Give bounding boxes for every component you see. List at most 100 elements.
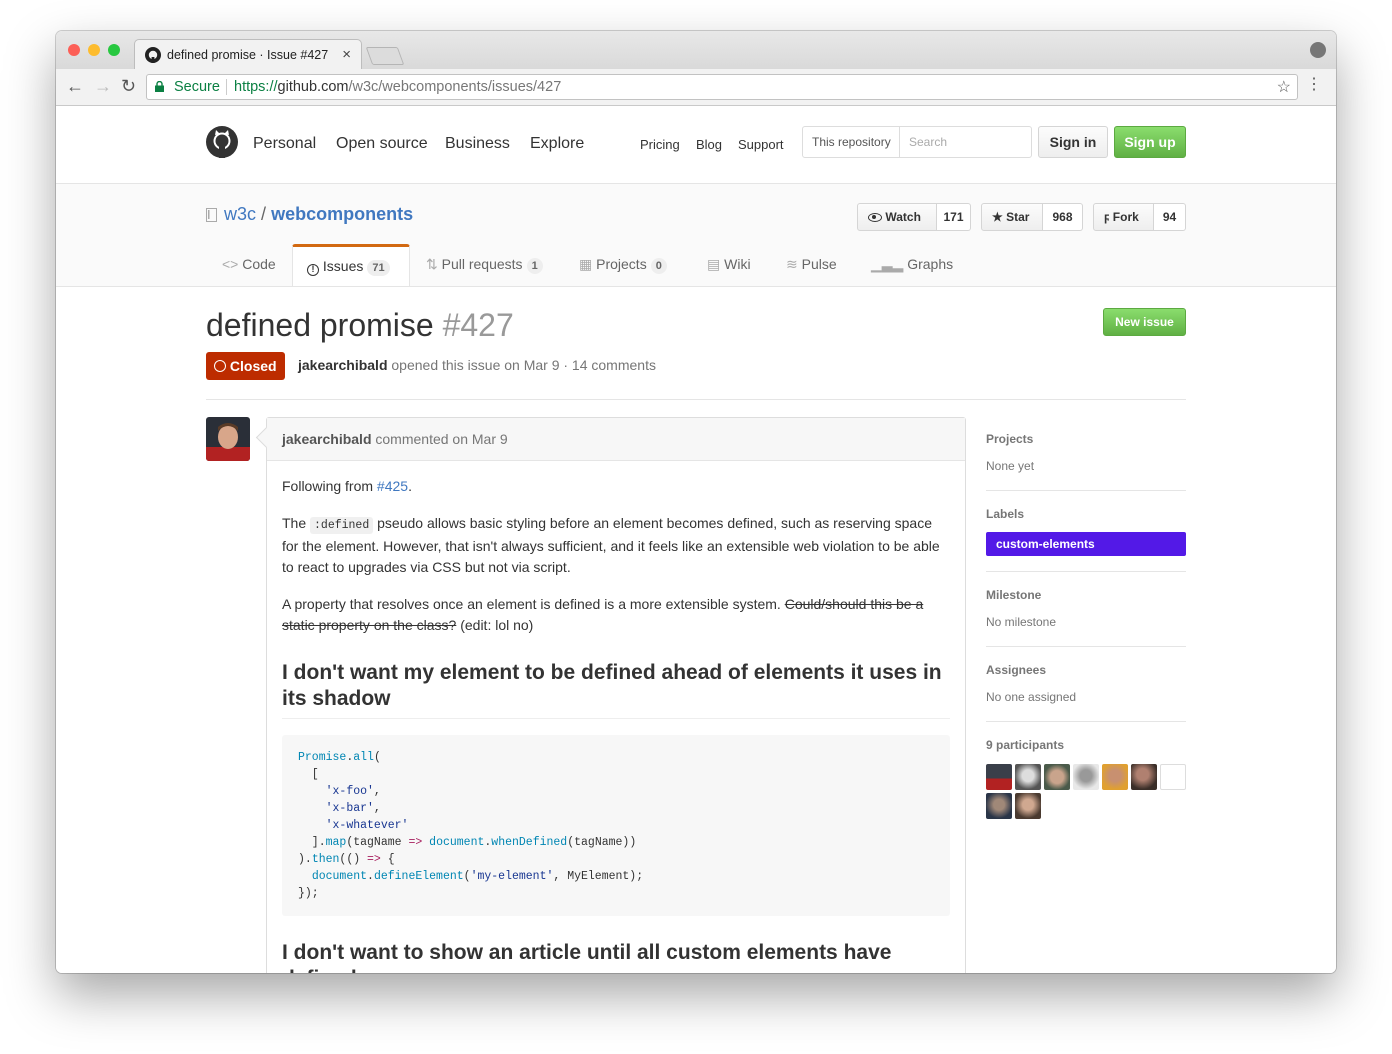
code-token: then xyxy=(311,853,340,866)
code-icon: <> xyxy=(222,256,239,272)
fork-button-group: ϝ Fork 94 xyxy=(1093,203,1186,231)
participant-avatar[interactable] xyxy=(986,764,1012,790)
code-token: whenDefined xyxy=(491,836,568,849)
assignees-heading: Assignees xyxy=(986,663,1047,677)
url-scheme: https:// xyxy=(234,79,278,95)
code-token: document xyxy=(311,870,368,883)
comment-paragraph-2: The :defined pseudo allows basic styling… xyxy=(282,513,950,578)
code-token: document xyxy=(429,836,485,849)
repo-icon xyxy=(206,208,217,222)
participant-avatar[interactable] xyxy=(1131,764,1157,790)
p3-text: A property that resolves once an element… xyxy=(282,596,781,612)
sign-up-button[interactable]: Sign up xyxy=(1114,126,1186,158)
fork-button[interactable]: ϝ Fork xyxy=(1093,203,1154,231)
comment-heading-1: I don't want my element to be defined ah… xyxy=(282,660,950,719)
projects-value: None yet xyxy=(986,459,1035,473)
nav-support[interactable]: Support xyxy=(738,137,784,152)
issue-title-text: defined promise xyxy=(206,307,434,343)
tab-code-label: Code xyxy=(242,256,276,272)
issue-author-link[interactable]: jakearchibald xyxy=(298,357,388,373)
watch-count[interactable]: 171 xyxy=(937,203,971,231)
participant-avatars xyxy=(986,764,1186,824)
repo-header: w3c / webcomponents Watch 171 ★ Star 968 xyxy=(56,184,1336,287)
search-input[interactable]: Search xyxy=(909,127,947,157)
star-button[interactable]: ★ Star xyxy=(981,203,1043,231)
sidebar-labels: Labels custom-elements xyxy=(986,507,1186,572)
tab-wiki-label: Wiki xyxy=(724,256,751,272)
browser-toolbar: ← → ↻ Secure https://github.com/w3c/webc… xyxy=(56,69,1336,106)
comment-paragraph-1: Following from #425. xyxy=(282,476,950,497)
menu-kebab-icon[interactable]: ⋮ xyxy=(1306,77,1322,93)
fork-icon: ϝ xyxy=(1104,210,1110,224)
code-token: map xyxy=(325,836,347,849)
fork-count[interactable]: 94 xyxy=(1154,203,1186,231)
lock-icon xyxy=(155,81,164,92)
nav-personal[interactable]: Personal xyxy=(253,135,316,153)
comment-timestamp[interactable]: commented on Mar 9 xyxy=(375,431,507,447)
sign-in-button[interactable]: Sign in xyxy=(1038,126,1108,158)
repo-name-link[interactable]: webcomponents xyxy=(271,204,413,224)
forward-arrow-icon[interactable]: → xyxy=(94,77,112,95)
nav-explore[interactable]: Explore xyxy=(530,135,584,153)
watch-button[interactable]: Watch xyxy=(857,203,937,231)
nav-open-source[interactable]: Open source xyxy=(336,135,428,153)
tab-pulse-label: Pulse xyxy=(801,256,837,272)
star-icon: ★ xyxy=(992,210,1003,224)
projects-count-badge: 0 xyxy=(650,258,667,274)
tab-wiki[interactable]: ▤ Wiki xyxy=(707,244,751,285)
sidebar-projects: Projects None yet xyxy=(986,432,1186,491)
tab-projects[interactable]: ▦ Projects 0 xyxy=(579,244,667,285)
label-custom-elements[interactable]: custom-elements xyxy=(986,532,1186,556)
address-separator xyxy=(226,79,227,95)
browser-tab[interactable]: defined promise · Issue #427 × xyxy=(134,39,362,69)
issue-425-link[interactable]: #425 xyxy=(377,478,408,494)
back-arrow-icon[interactable]: ← xyxy=(66,77,84,95)
code-token: defineElement xyxy=(373,870,464,883)
address-bar[interactable]: Secure https://github.com/w3c/webcompone… xyxy=(146,74,1298,100)
comment-author-link[interactable]: jakearchibald xyxy=(282,431,372,447)
search-field[interactable]: This repository Search xyxy=(802,126,1032,158)
profile-icon[interactable] xyxy=(1310,42,1326,58)
tab-issues[interactable]: ! Issues 71 xyxy=(292,244,410,286)
participant-avatar[interactable] xyxy=(1160,764,1186,790)
close-window-button[interactable] xyxy=(68,44,80,56)
participant-avatar[interactable] xyxy=(1015,764,1041,790)
avatar[interactable] xyxy=(206,417,250,461)
repo-separator: / xyxy=(261,204,267,224)
participant-avatar[interactable] xyxy=(1073,764,1099,790)
star-count[interactable]: 968 xyxy=(1043,203,1083,231)
new-tab-button[interactable] xyxy=(365,47,405,65)
zoom-window-button[interactable] xyxy=(108,44,120,56)
close-tab-icon[interactable]: × xyxy=(342,46,351,63)
minimize-window-button[interactable] xyxy=(88,44,100,56)
tab-code[interactable]: <> Code xyxy=(222,244,276,285)
nav-blog[interactable]: Blog xyxy=(696,137,722,152)
watch-button-group: Watch 171 xyxy=(857,203,971,231)
code-token: 'x-foo' xyxy=(325,785,374,798)
bookmark-star-icon[interactable]: ☆ xyxy=(1277,77,1291,97)
url-host: github.com xyxy=(277,79,349,95)
sidebar-assignees: Assignees No one assigned xyxy=(986,663,1186,722)
nav-pricing[interactable]: Pricing xyxy=(640,137,680,152)
star-button-group: ★ Star 968 xyxy=(981,203,1083,231)
assignees-value: No one assigned xyxy=(986,690,1077,704)
issue-number: #427 xyxy=(442,307,514,343)
nav-business[interactable]: Business xyxy=(445,135,510,153)
tab-issues-label: Issues xyxy=(322,258,364,274)
fork-label: Fork xyxy=(1112,210,1139,224)
participant-avatar[interactable] xyxy=(1015,793,1041,819)
participant-avatar[interactable] xyxy=(986,793,1012,819)
repo-owner-link[interactable]: w3c xyxy=(224,204,256,224)
participant-avatar[interactable] xyxy=(1102,764,1128,790)
p1-text: Following from xyxy=(282,478,374,494)
new-issue-button[interactable]: New issue xyxy=(1103,308,1186,336)
github-logo-icon[interactable] xyxy=(206,126,238,158)
participant-avatar[interactable] xyxy=(1044,764,1070,790)
comment-header: jakearchibald commented on Mar 9 xyxy=(267,418,965,461)
tab-pulse[interactable]: ≋ Pulse xyxy=(786,244,837,285)
tab-graphs[interactable]: ▁▃▂ Graphs xyxy=(871,244,953,285)
github-header: Personal Open source Business Explore Pr… xyxy=(56,106,1336,184)
tab-pull-requests[interactable]: ⇅ Pull requests 1 xyxy=(426,244,543,285)
reload-icon[interactable]: ↻ xyxy=(121,77,136,95)
github-favicon-icon xyxy=(145,47,161,63)
